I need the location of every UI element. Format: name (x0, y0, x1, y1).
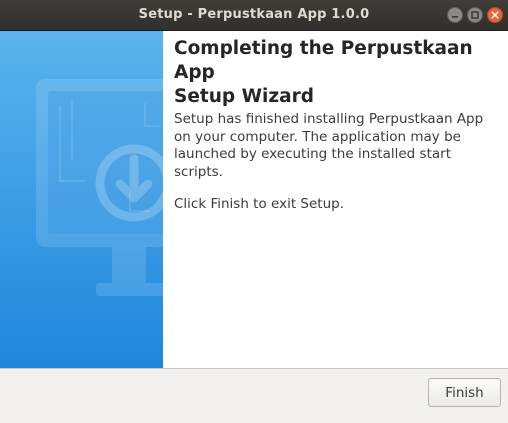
close-icon (491, 11, 499, 19)
monitor-download-icon (36, 79, 163, 296)
minimize-button[interactable] (447, 7, 463, 23)
wizard-content: Completing the Perpustkaan App Setup Wiz… (163, 31, 508, 368)
exit-instruction: Click Finish to exit Setup. (174, 196, 345, 212)
minimize-icon (452, 16, 458, 18)
maximize-button[interactable] (467, 7, 483, 23)
title-bar[interactable]: Setup - Perpustkaan App 1.0.0 (0, 0, 508, 31)
page-title: Completing the Perpustkaan App Setup Wiz… (174, 38, 473, 107)
completion-message: Setup has finished installing Perpustkaa… (174, 111, 484, 180)
window-title: Setup - Perpustkaan App 1.0.0 (138, 7, 370, 22)
close-button[interactable] (487, 7, 503, 23)
wizard-banner (0, 31, 163, 368)
finish-button[interactable]: Finish (428, 378, 501, 407)
maximize-icon (471, 11, 479, 19)
footer-divider (0, 368, 508, 369)
setup-window: Setup - Perpustkaan App 1.0.0 Completing… (0, 0, 508, 423)
